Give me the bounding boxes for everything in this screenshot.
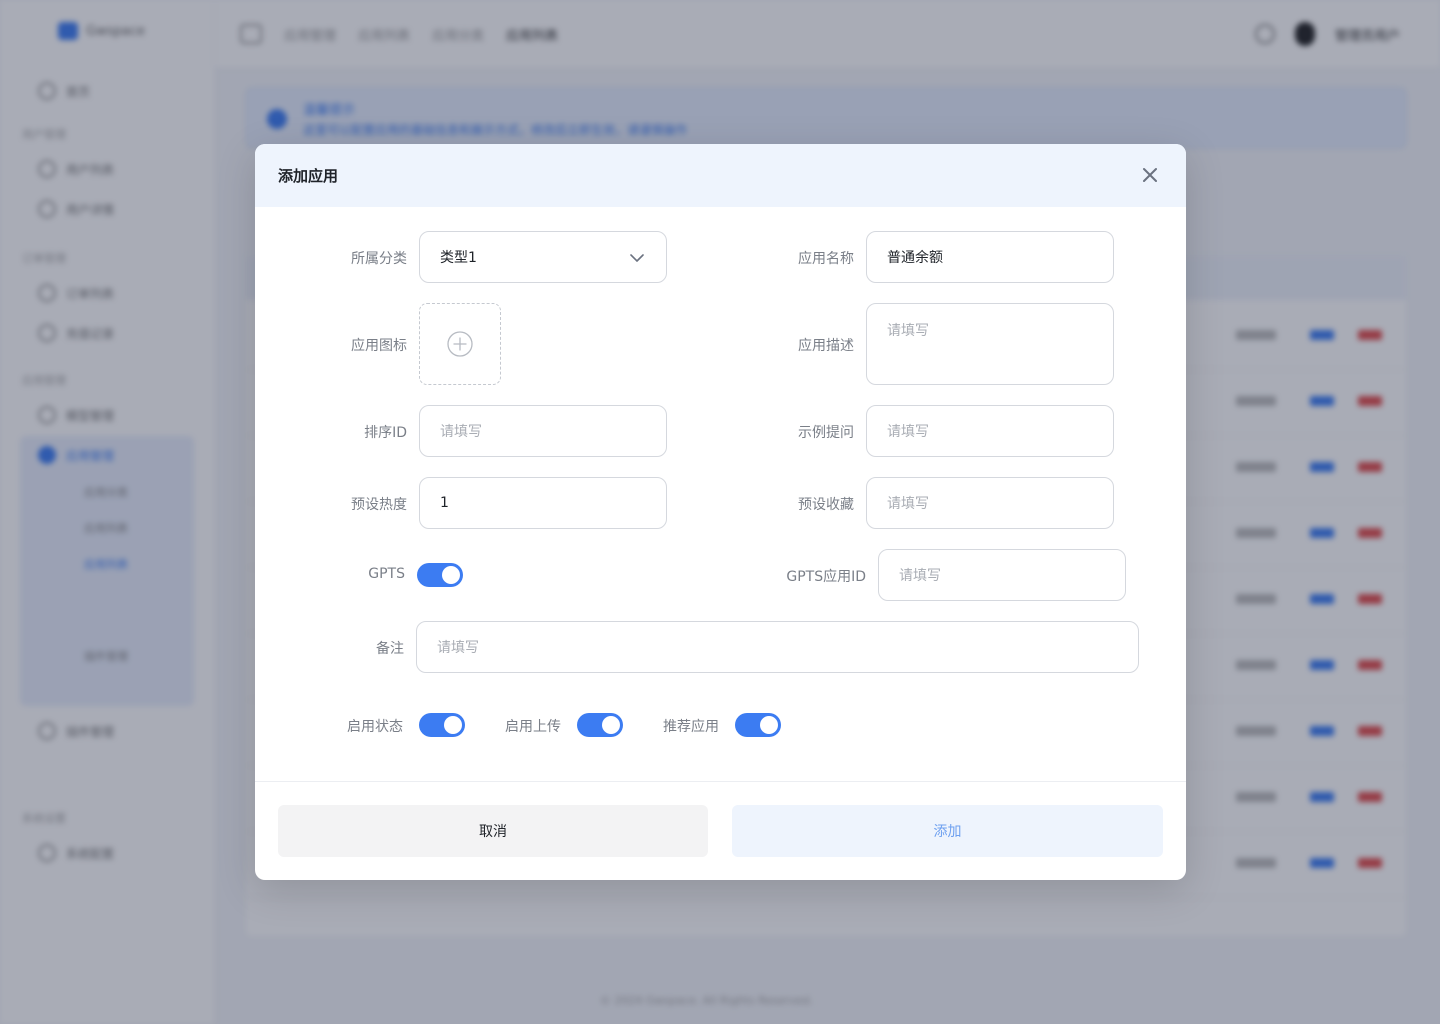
app-name-field[interactable]: 普通余额 [866, 231, 1114, 283]
preset-favorite-field[interactable]: 请填写 [866, 477, 1114, 529]
app-desc-placeholder: 请填写 [887, 323, 929, 339]
recommend-app-label: 推荐应用 [663, 719, 719, 735]
gpts-toggle[interactable] [417, 563, 463, 587]
category-select[interactable]: 类型1 [419, 231, 667, 283]
example-question-placeholder: 请填写 [887, 424, 929, 440]
toggle-knob [442, 566, 460, 584]
app-desc-label: 应用描述 [798, 338, 854, 354]
plus-circle-icon [447, 331, 473, 357]
sort-id-field[interactable]: 请填写 [419, 405, 667, 457]
enable-status-label: 启用状态 [347, 719, 403, 735]
toggle-knob [444, 716, 462, 734]
add-app-dialog: 添加应用 所属分类 类型1 应用名称 普通余额 应用图标 应用描述 请填写 排序… [255, 144, 1186, 880]
preset-heat-label: 预设热度 [351, 497, 407, 513]
recommend-app-toggle[interactable] [735, 713, 781, 737]
toggle-knob [602, 716, 620, 734]
preset-favorite-placeholder: 请填写 [887, 496, 929, 512]
example-question-label: 示例提问 [798, 425, 854, 441]
gpts-label: GPTS [368, 566, 405, 582]
gpts-app-id-placeholder: 请填写 [899, 568, 941, 584]
icon-upload-button[interactable] [419, 303, 501, 385]
example-question-field[interactable]: 请填写 [866, 405, 1114, 457]
toggle-knob [760, 716, 778, 734]
category-label: 所属分类 [351, 251, 407, 267]
dialog-header: 添加应用 [255, 144, 1186, 207]
preset-heat-field[interactable]: 1 [419, 477, 667, 529]
add-button[interactable]: 添加 [732, 805, 1163, 857]
category-value: 类型1 [440, 250, 477, 266]
preset-favorite-label: 预设收藏 [798, 497, 854, 513]
enable-upload-toggle[interactable] [577, 713, 623, 737]
remark-label: 备注 [376, 641, 404, 657]
app-name-label: 应用名称 [798, 251, 854, 267]
preset-heat-value: 1 [440, 495, 449, 511]
close-icon[interactable] [1140, 165, 1160, 185]
gpts-app-id-field[interactable]: 请填写 [878, 549, 1126, 601]
gpts-app-id-label: GPTS应用ID [786, 569, 866, 585]
sort-id-placeholder: 请填写 [440, 424, 482, 440]
app-icon-label: 应用图标 [351, 338, 407, 354]
remark-placeholder: 请填写 [437, 640, 479, 656]
chevron-down-icon [630, 254, 644, 262]
enable-upload-label: 启用上传 [505, 719, 561, 735]
enable-status-toggle[interactable] [419, 713, 465, 737]
cancel-button[interactable]: 取消 [278, 805, 708, 857]
dialog-divider [255, 781, 1186, 782]
remark-field[interactable]: 请填写 [416, 621, 1139, 673]
sort-id-label: 排序ID [364, 425, 407, 441]
app-name-value: 普通余额 [887, 250, 943, 266]
dialog-title: 添加应用 [278, 167, 339, 185]
app-desc-textarea[interactable]: 请填写 [866, 303, 1114, 385]
